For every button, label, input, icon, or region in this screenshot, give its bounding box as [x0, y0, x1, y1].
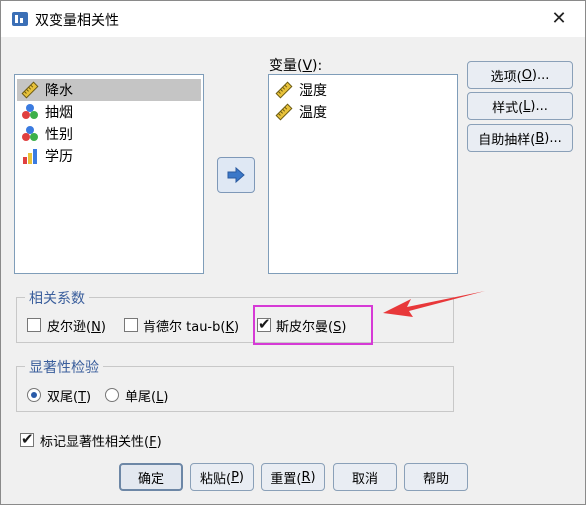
two-tailed-radio[interactable]	[27, 388, 41, 402]
reset-button[interactable]: 重置(R)	[261, 463, 325, 491]
variables-label: 变量(V):	[269, 58, 323, 74]
variables-list[interactable]: 湿度 温度	[268, 74, 458, 274]
paste-button[interactable]: 粘贴(P)	[190, 463, 254, 491]
help-button[interactable]: 帮助	[404, 463, 468, 491]
arrow-right-icon	[227, 166, 245, 184]
list-item[interactable]: 学历	[17, 145, 201, 167]
two-tailed-label: 双尾(T)	[47, 390, 92, 405]
nominal-balls-icon	[22, 104, 38, 119]
list-item-label: 学历	[45, 149, 73, 165]
style-button[interactable]: 样式(L)...	[467, 92, 573, 120]
list-item-label: 性别	[45, 127, 73, 143]
list-item[interactable]: 性别	[17, 123, 201, 145]
source-variable-list[interactable]: 降水 抽烟 性别 学历	[14, 74, 204, 274]
kendall-label: 肯德尔 tau-b(K)	[143, 320, 240, 335]
kendall-checkbox[interactable]	[124, 318, 138, 332]
window-title: 双变量相关性	[35, 13, 119, 29]
bootstrap-button[interactable]: 自助抽样(B)...	[467, 124, 573, 152]
list-item[interactable]: 降水	[17, 79, 201, 101]
title-bar: 双变量相关性 ✕	[1, 1, 585, 37]
list-item[interactable]: 温度	[271, 101, 455, 123]
correlation-group-title: 相关系数	[25, 288, 89, 308]
move-to-variables-button[interactable]	[217, 157, 255, 193]
significance-group-title: 显著性检验	[25, 357, 103, 377]
pearson-checkbox[interactable]	[27, 318, 41, 332]
one-tailed-label: 单尾(L)	[125, 390, 169, 405]
list-item-label: 抽烟	[45, 105, 73, 121]
close-icon[interactable]: ✕	[545, 5, 573, 33]
nominal-balls-icon	[22, 126, 38, 141]
pearson-label: 皮尔逊(N)	[47, 320, 106, 335]
flag-significant-checkbox[interactable]	[20, 430, 34, 448]
flag-significant-label: 标记显著性相关性(F)	[40, 435, 162, 450]
cancel-button[interactable]: 取消	[333, 463, 397, 491]
annotation-highlight-box	[253, 305, 373, 345]
list-item[interactable]: 湿度	[271, 79, 455, 101]
scale-ruler-icon	[21, 81, 39, 99]
annotation-arrow	[383, 291, 485, 317]
ordinal-bars-icon	[23, 149, 37, 164]
options-button[interactable]: 选项(O)...	[467, 61, 573, 89]
scale-ruler-icon	[275, 81, 293, 99]
one-tailed-radio[interactable]	[105, 388, 119, 402]
list-item-label: 湿度	[299, 83, 327, 99]
ok-button[interactable]: 确定	[119, 463, 183, 491]
app-icon	[12, 12, 28, 26]
scale-ruler-icon	[275, 103, 293, 121]
list-item-label: 降水	[45, 83, 73, 99]
list-item[interactable]: 抽烟	[17, 101, 201, 123]
list-item-label: 温度	[299, 105, 327, 121]
bivariate-correlations-dialog: 双变量相关性 ✕ 降水 抽烟 性别 学历 变量(V): 湿度 温度 选项(O …	[0, 0, 586, 505]
